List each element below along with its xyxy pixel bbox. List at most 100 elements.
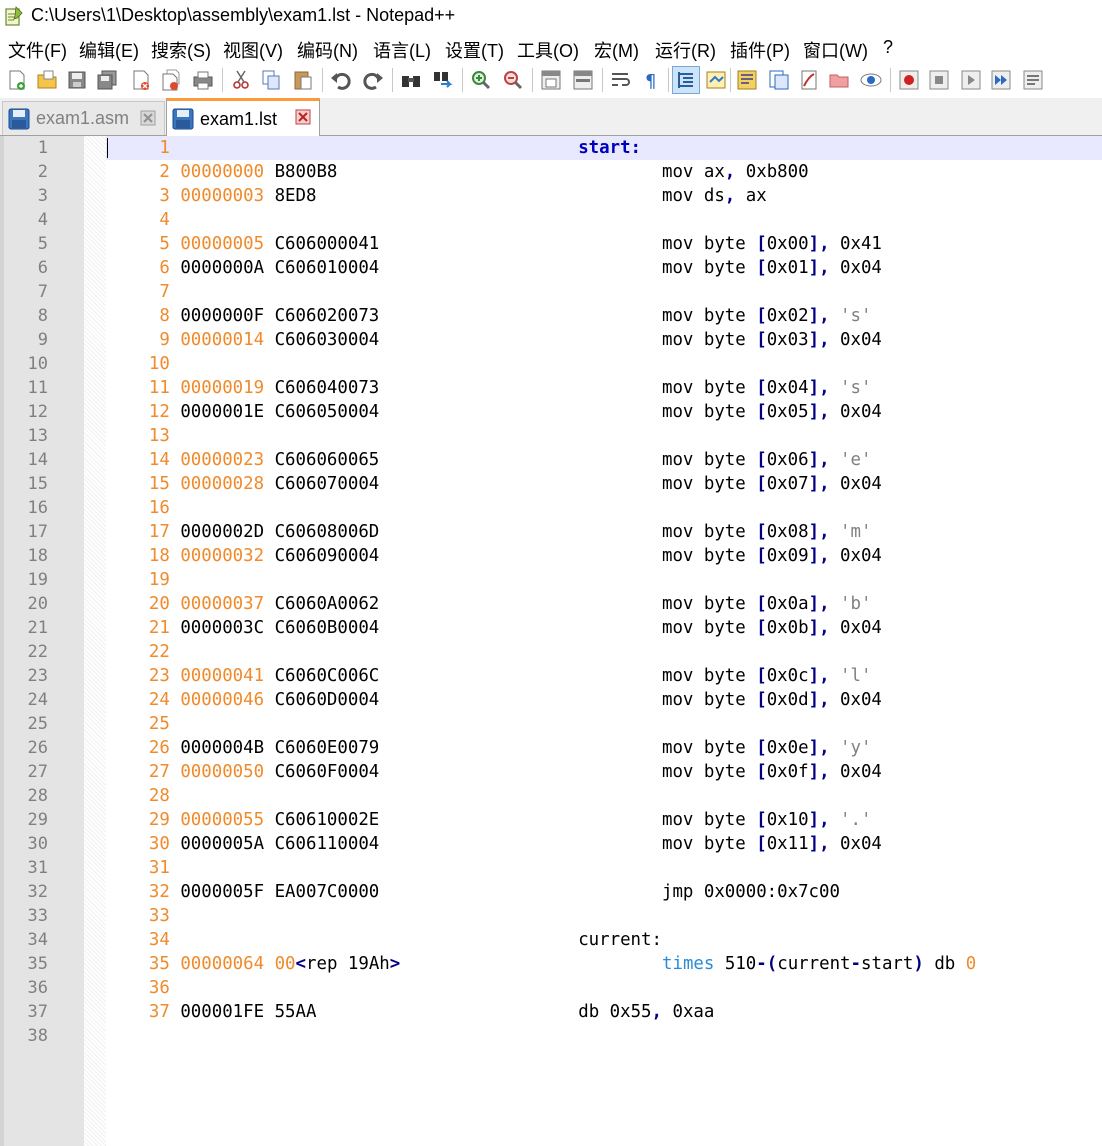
menu-view[interactable]: 视图(V): [223, 37, 283, 63]
line-number-gutter[interactable]: 1 2 3 4 5 6 7 8 9 10 11 12 13 14 15 16 17 18 19 20 21 22 23 24 2…: [4, 136, 84, 1146]
doc-map-icon[interactable]: [734, 67, 760, 93]
listing-address: 000001FE: [180, 1002, 265, 1022]
indent-guide-icon[interactable]: [672, 66, 700, 94]
line-number: 10: [27, 354, 48, 374]
listing-line-number: 7: [107, 282, 170, 302]
close-icon[interactable]: [128, 67, 154, 93]
menu-window[interactable]: 窗口(W): [803, 37, 868, 63]
close-tab-icon[interactable]: [295, 109, 311, 125]
menu-tools[interactable]: 工具(O): [517, 37, 579, 63]
menu-encoding[interactable]: 编码(N): [297, 37, 358, 63]
line-number: 19: [27, 570, 48, 590]
line-number: 3: [37, 186, 48, 206]
code-line: 3 00000003 8ED8 mov ds, ax: [107, 184, 766, 208]
monitor-icon[interactable]: [858, 67, 884, 93]
save-icon[interactable]: [64, 67, 90, 93]
play-macro-icon[interactable]: [958, 67, 984, 93]
listing-line-number: 31: [107, 858, 170, 878]
undo-icon[interactable]: [328, 67, 354, 93]
listing-address: 00000050: [180, 762, 265, 782]
listing-label: current:: [578, 930, 662, 950]
listing-line-number: 21: [107, 618, 170, 638]
menu-settings[interactable]: 设置(T): [445, 37, 504, 63]
menu-edit[interactable]: 编辑(E): [79, 37, 139, 63]
listing-source-code: mov byte [0x06], 'e': [661, 450, 872, 470]
save-all-icon[interactable]: [94, 67, 120, 93]
sync-v-icon[interactable]: [538, 67, 564, 93]
menu-plugins[interactable]: 插件(P): [730, 37, 790, 63]
listing-line-number: 10: [107, 354, 170, 374]
record-macro-icon[interactable]: [896, 67, 922, 93]
listing-line-number: 3: [107, 186, 170, 206]
close-tab-icon[interactable]: [140, 110, 156, 126]
line-number: 21: [27, 618, 48, 638]
line-number: 17: [27, 522, 48, 542]
udl-icon[interactable]: [703, 67, 729, 93]
menu-file[interactable]: 文件(F): [8, 37, 67, 63]
save-macro-icon[interactable]: [1020, 67, 1046, 93]
listing-source-code: mov byte [0x0b], 0x04: [661, 618, 882, 638]
listing-line-number: 13: [107, 426, 170, 446]
line-number: 6: [37, 258, 48, 278]
editor[interactable]: 1 2 3 4 5 6 7 8 9 10 11 12 13 14 15 16 17 18 19 20 21 22 23 24 2…: [0, 136, 1102, 1146]
run-macro-multiple-icon[interactable]: [988, 67, 1014, 93]
code-line: 6 0000000A C606010004 mov byte [0x01], 0…: [107, 256, 882, 280]
listing-source-code: mov byte [0x11], 0x04: [661, 834, 882, 854]
zoom-out-icon[interactable]: [500, 67, 526, 93]
menu-run[interactable]: 运行(R): [655, 37, 716, 63]
code-line: 18 00000032 C606090004 mov byte [0x09], …: [107, 544, 882, 568]
tab-exam1-lst[interactable]: exam1.lst: [166, 98, 320, 138]
listing-line-number: 23: [107, 666, 170, 686]
folder-workspace-icon[interactable]: [796, 67, 822, 93]
listing-line-number: 19: [107, 570, 170, 590]
close-all-icon[interactable]: [158, 67, 184, 93]
listing-address: 00000032: [180, 546, 265, 566]
tab-bar: exam1.asm exam1.lst: [0, 98, 1102, 138]
listing-source-code: mov ax, 0xb800: [661, 162, 809, 182]
listing-address: 00000019: [180, 378, 265, 398]
func-list-icon[interactable]: [766, 67, 792, 93]
fold-margin[interactable]: [84, 136, 106, 1146]
listing-machine-code: C606000041: [274, 234, 380, 254]
line-number: 32: [27, 882, 48, 902]
tab-exam1-asm[interactable]: exam1.asm: [2, 101, 165, 135]
show-all-chars-icon[interactable]: ¶: [638, 67, 664, 93]
listing-machine-code: C606040073: [274, 378, 380, 398]
listing-address: 0000002D: [180, 522, 265, 542]
listing-machine-code: C606060065: [274, 450, 380, 470]
paste-icon[interactable]: [290, 67, 316, 93]
zoom-in-icon[interactable]: [468, 67, 494, 93]
listing-line-number: 15: [107, 474, 170, 494]
redo-icon[interactable]: [360, 67, 386, 93]
menu-search[interactable]: 搜索(S): [151, 37, 211, 63]
sync-h-icon[interactable]: [570, 67, 596, 93]
print-icon[interactable]: [190, 67, 216, 93]
new-file-icon[interactable]: [4, 67, 30, 93]
listing-line-number: 33: [107, 906, 170, 926]
menu-macro[interactable]: 宏(M): [594, 37, 639, 63]
listing-source-code: mov byte [0x05], 0x04: [661, 402, 882, 422]
listing-machine-code: C606090004: [274, 546, 380, 566]
stop-record-icon[interactable]: [926, 67, 952, 93]
line-number: 31: [27, 858, 48, 878]
code-line: 17 0000002D C60608006D mov byte [0x08], …: [107, 520, 872, 544]
menu-help[interactable]: ?: [883, 37, 893, 58]
toolbar: ¶: [0, 62, 1102, 98]
find-icon[interactable]: [398, 67, 424, 93]
listing-source-code: jmp 0x0000:0x7c00: [661, 882, 840, 902]
listing-source-code: mov byte [0x02], 's': [661, 306, 872, 326]
listing-source-code: mov byte [0x03], 0x04: [661, 330, 882, 350]
listing-machine-code: C6060C006C: [274, 666, 380, 686]
listing-machine-code: C6060A0062: [274, 594, 380, 614]
menu-language[interactable]: 语言(L): [373, 37, 431, 63]
listing-line-number: 35: [107, 954, 170, 974]
listing-line-number: 37: [107, 1002, 170, 1022]
code-line: 22: [107, 640, 275, 664]
replace-icon[interactable]: [430, 67, 456, 93]
copy-icon[interactable]: [258, 67, 284, 93]
cut-icon[interactable]: [228, 67, 254, 93]
listing-source-code: mov byte [0x07], 0x04: [661, 474, 882, 494]
open-file-icon[interactable]: [34, 67, 60, 93]
doc-switcher-icon[interactable]: [826, 67, 852, 93]
word-wrap-icon[interactable]: [608, 67, 634, 93]
